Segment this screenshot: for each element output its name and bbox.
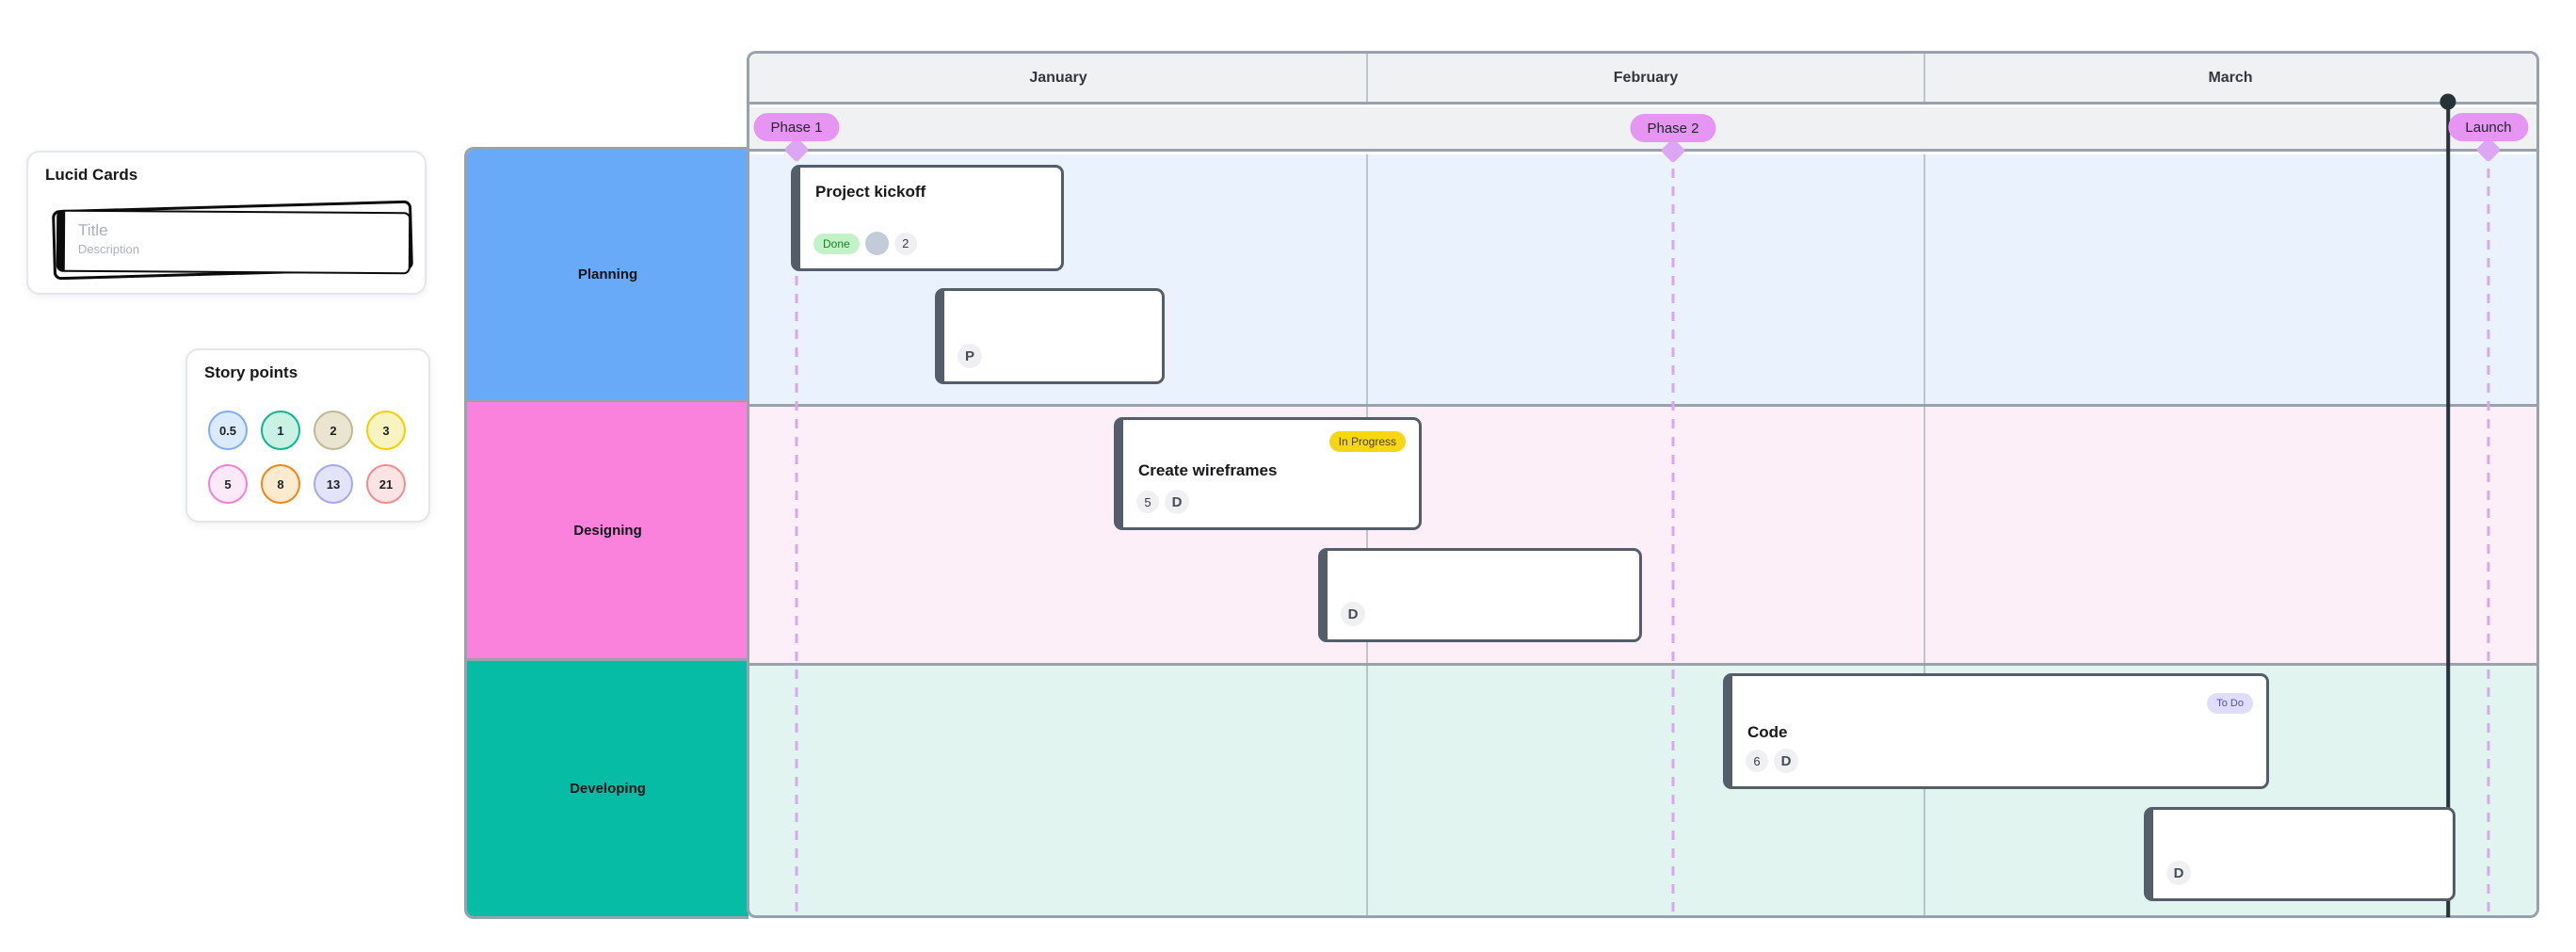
task-card-title: Project kickoff <box>815 183 926 201</box>
story-points-badge[interactable]: 5 <box>1136 491 1159 513</box>
story-point-chip[interactable]: 0.5 <box>208 411 248 450</box>
task-card-untitled-designing[interactable]: D <box>1318 548 1642 642</box>
card-template-body: Title Description <box>56 209 411 275</box>
status-badge-done[interactable]: Done <box>813 233 860 254</box>
story-points-badge[interactable]: 2 <box>894 232 917 255</box>
story-points-panel-title: Story points <box>204 363 298 381</box>
lucid-timeline-canvas: Lucid Cards Title Description Story poin… <box>0 0 2576 952</box>
task-card-title: Code <box>1747 723 1788 741</box>
story-point-chip[interactable]: 3 <box>366 411 406 450</box>
lane-track-designing <box>749 407 2536 666</box>
task-card-code[interactable]: To Do Code 6 D <box>1723 673 2269 789</box>
task-card-footer: 6 D <box>1746 749 1798 773</box>
task-card-footer: P <box>958 344 982 368</box>
task-card-create-wireframes[interactable]: In Progress Create wireframes 5 D <box>1114 417 1422 530</box>
story-point-chip[interactable]: 1 <box>261 411 300 450</box>
month-header-january: January <box>1029 69 1087 86</box>
story-point-chip[interactable]: 2 <box>314 411 353 450</box>
task-card-footer: D <box>2166 861 2191 885</box>
card-template-title-placeholder: Title <box>78 220 108 240</box>
story-point-chip[interactable]: 8 <box>261 464 300 504</box>
task-card-footer: Done 2 <box>813 232 917 255</box>
task-card-project-kickoff[interactable]: Project kickoff Done 2 <box>791 165 1064 271</box>
story-points-badge[interactable]: 6 <box>1746 750 1768 772</box>
task-card-footer: D <box>1341 602 1365 626</box>
assignee-badge[interactable]: P <box>958 344 982 368</box>
story-point-chip[interactable]: 13 <box>314 464 353 504</box>
avatar[interactable] <box>864 232 889 255</box>
month-separator <box>1924 54 1925 105</box>
status-badge-in-progress[interactable]: In Progress <box>1328 431 1406 452</box>
story-point-chip[interactable]: 5 <box>208 464 248 504</box>
assignee-badge[interactable]: D <box>1341 602 1365 626</box>
milestone-guide-line-launch <box>2487 151 2490 915</box>
milestone-badge-phase-1[interactable]: Phase 1 <box>753 113 840 141</box>
card-template-description-placeholder: Description <box>77 241 140 257</box>
month-header-row: January February March <box>749 54 2536 105</box>
swimlane-label-developing[interactable]: Developing <box>467 661 749 916</box>
status-badge-to-do[interactable]: To Do <box>2207 693 2253 714</box>
month-separator <box>1924 154 1925 915</box>
month-separator <box>1366 54 1368 105</box>
task-card-untitled-developing[interactable]: D <box>2144 807 2455 901</box>
assignee-badge[interactable]: D <box>2166 861 2191 885</box>
assignee-badge[interactable]: D <box>1165 490 1189 514</box>
milestone-badge-launch[interactable]: Launch <box>2448 113 2529 141</box>
assignee-badge[interactable]: D <box>1774 749 1798 773</box>
month-header-february: February <box>1613 69 1679 86</box>
swimlane-label-planning[interactable]: Planning <box>467 150 749 402</box>
milestone-badge-phase-2[interactable]: Phase 2 <box>1630 114 1716 142</box>
month-separator <box>1366 154 1368 915</box>
milestone-guide-line-phase-2 <box>1671 151 1675 915</box>
story-points-panel: Story points 0.5 1 2 3 5 8 13 21 <box>185 348 430 523</box>
task-card-untitled-planning[interactable]: P <box>935 288 1165 384</box>
lucid-cards-panel-title: Lucid Cards <box>45 166 138 184</box>
task-card-title: Create wireframes <box>1138 461 1278 479</box>
lucid-cards-panel: Lucid Cards Title Description <box>26 151 427 295</box>
story-points-grid: 0.5 1 2 3 5 8 13 21 <box>208 411 411 504</box>
timeline-marker-dot[interactable] <box>2439 93 2456 110</box>
story-point-chip[interactable]: 21 <box>366 464 406 504</box>
swimlane-label-designing[interactable]: Designing <box>467 402 749 661</box>
swimlane-label-column: Planning Designing Developing <box>464 147 749 919</box>
timeline-marker-line[interactable] <box>2446 102 2450 917</box>
card-template-sketch[interactable]: Title Description <box>51 196 416 282</box>
task-card-footer: 5 D <box>1136 490 1189 514</box>
